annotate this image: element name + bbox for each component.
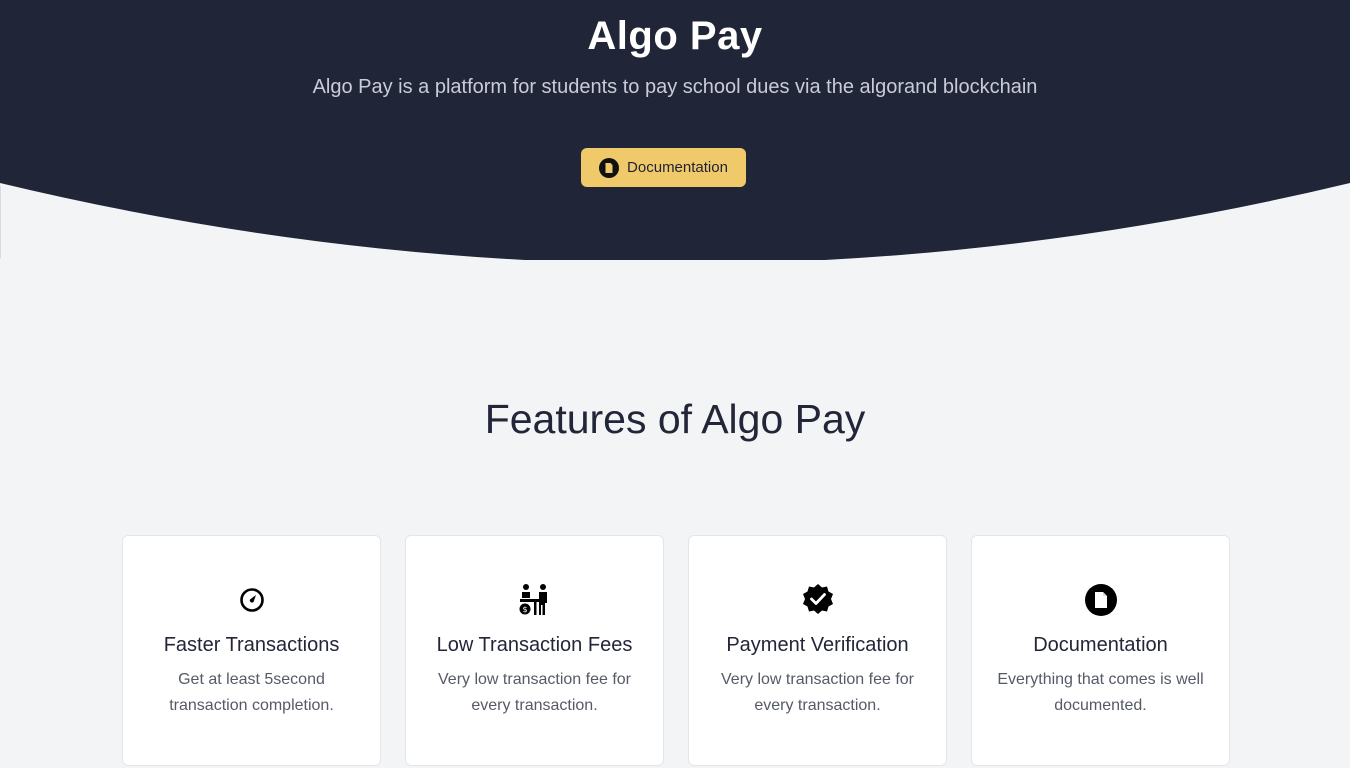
feature-card-payment-verification: Payment Verification Very low transactio… [688, 535, 947, 766]
feature-card-title: Low Transaction Fees [436, 634, 633, 656]
cashier-payment-icon: $ [406, 582, 663, 618]
feature-card-low-fees: $ Low Transaction Fees Very low transact… [405, 535, 664, 766]
documentation-button-label: Documentation [627, 159, 728, 176]
documentation-button[interactable]: Documentation [581, 148, 746, 187]
hero-title: Algo Pay [587, 14, 763, 58]
feature-card-description: Everything that comes is well documented… [997, 671, 1204, 714]
feature-cards: Faster Transactions Get at least 5second… [122, 535, 1230, 766]
feature-card-title: Faster Transactions [163, 634, 340, 656]
features-title: Features of Algo Pay [484, 396, 866, 442]
hero-subtitle: Algo Pay is a platform for students to p… [312, 76, 1038, 98]
feature-card-description: Get at least 5second transaction complet… [169, 671, 334, 714]
feature-card-description: Very low transaction fee for every trans… [438, 671, 631, 714]
feature-card-description: Very low transaction fee for every trans… [721, 671, 914, 714]
feature-card-documentation: Documentation Everything that comes is w… [971, 535, 1230, 766]
verified-badge-icon [689, 582, 946, 618]
document-icon [972, 582, 1229, 618]
hero-section: Algo Pay Algo Pay is a platform for stud… [0, 0, 1350, 260]
feature-card-title: Documentation [1033, 634, 1168, 656]
svg-text:$: $ [522, 605, 527, 614]
document-icon [599, 157, 620, 178]
speed-gauge-icon [123, 582, 380, 618]
feature-card-title: Payment Verification [726, 634, 909, 656]
feature-card-faster-transactions: Faster Transactions Get at least 5second… [122, 535, 381, 766]
